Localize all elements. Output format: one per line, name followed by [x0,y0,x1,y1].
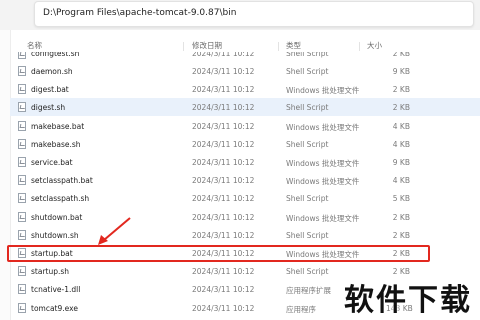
watermark-text: 软件下载 [344,283,472,318]
red-arrow-icon [98,217,131,245]
